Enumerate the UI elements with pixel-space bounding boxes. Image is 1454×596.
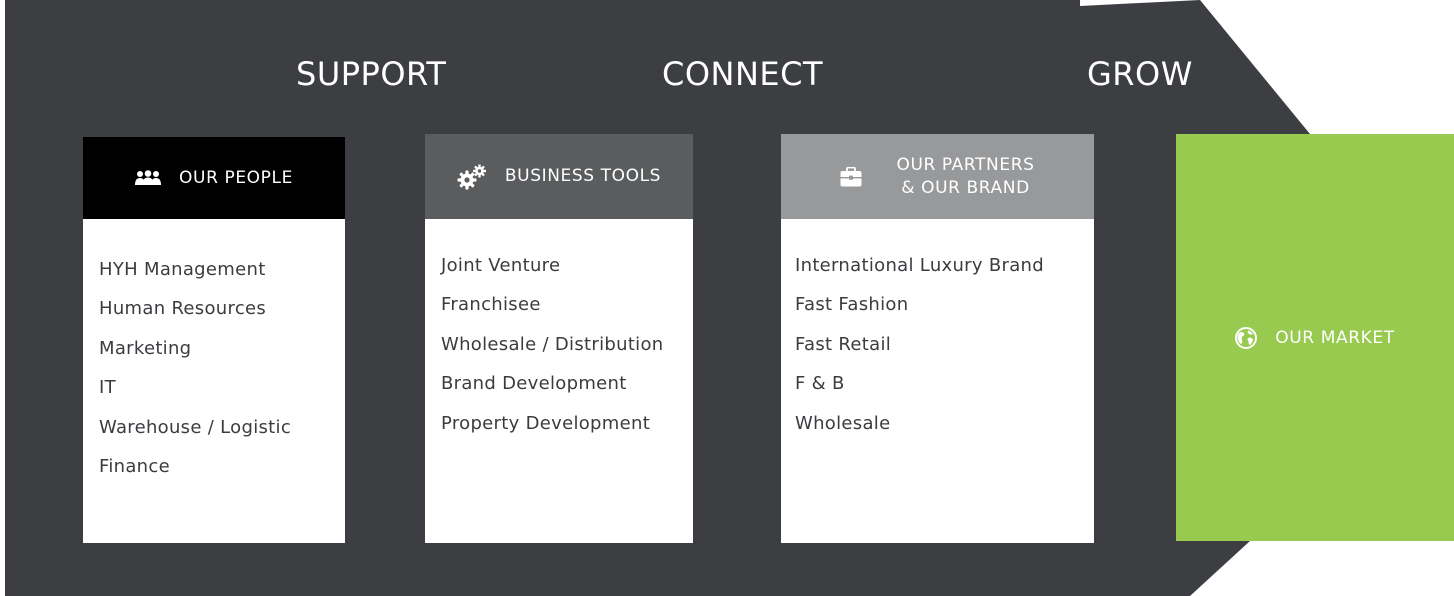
stage-grow-label: GROW — [1087, 55, 1193, 93]
list-item: Brand Development — [441, 373, 627, 395]
card-our-people: OUR PEOPLE HYH Management Human Resource… — [83, 137, 345, 543]
list-item: Wholesale / Distribution — [441, 333, 664, 355]
card-our-people-list: HYH Management Human Resources Marketing… — [99, 250, 337, 486]
list-item: Fast Fashion — [795, 294, 909, 316]
card-business-tools-title: BUSINESS TOOLS — [504, 166, 662, 186]
list-item: Property Development — [441, 412, 651, 434]
card-our-partners-title-line2: & OUR BRAND — [901, 177, 1030, 198]
list-item: Warehouse / Logistic — [99, 416, 292, 438]
list-item: Joint Venture — [441, 255, 561, 276]
globe-icon — [1235, 326, 1258, 349]
card-our-people-title: OUR PEOPLE — [179, 167, 293, 188]
card-our-partners-title: OUR PARTNERS & OUR BRAND — [896, 154, 1034, 200]
list-item: International Luxury Brand — [795, 255, 1044, 276]
gears-icon — [457, 164, 487, 190]
list-item: Franchisee — [441, 294, 541, 316]
list-item: F & B — [795, 373, 845, 395]
stage-connect-label: CONNECT — [662, 55, 824, 93]
list-item: Marketing — [99, 337, 192, 359]
card-business-tools: BUSINESS TOOLS Joint Venture Franchisee … — [425, 134, 693, 543]
card-our-partners-list: International Luxury Brand Fast Fashion … — [795, 246, 1086, 443]
card-our-partners-header: OUR PARTNERS & OUR BRAND — [781, 134, 1094, 219]
list-item: Wholesale — [795, 412, 891, 434]
card-business-tools-list: Joint Venture Franchisee Wholesale / Dis… — [441, 246, 685, 443]
list-item: Fast Retail — [795, 333, 892, 355]
card-our-partners-title-line1: OUR PARTNERS — [896, 154, 1035, 175]
card-our-people-header: OUR PEOPLE — [83, 137, 345, 219]
list-item: Finance — [99, 456, 170, 478]
card-business-tools-header: BUSINESS TOOLS — [425, 134, 693, 219]
list-item: Human Resources — [99, 298, 267, 320]
stage-support-label: SUPPORT — [296, 55, 447, 93]
list-item: IT — [99, 377, 116, 399]
briefcase-icon — [840, 166, 862, 187]
people-icon — [135, 170, 162, 186]
list-item: HYH Management — [99, 259, 266, 280]
card-our-market: OUR MARKET — [1176, 134, 1454, 541]
card-our-market-title: OUR MARKET — [1275, 327, 1395, 348]
card-our-partners: OUR PARTNERS & OUR BRAND International L… — [781, 134, 1094, 543]
